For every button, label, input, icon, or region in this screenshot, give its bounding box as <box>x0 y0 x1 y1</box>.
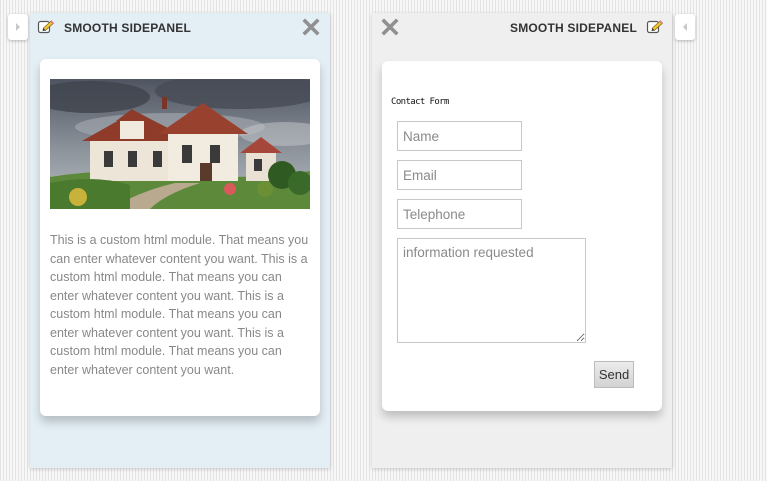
close-icon[interactable] <box>302 18 320 36</box>
left-panel-toggle-tab[interactable] <box>8 14 28 40</box>
pencil-icon <box>646 20 663 34</box>
email-input[interactable] <box>397 160 522 190</box>
left-panel-title: SMOOTH SIDEPANEL <box>64 21 191 35</box>
module-text: This is a custom html module. That means… <box>50 233 309 377</box>
information-requested-textarea[interactable] <box>397 238 586 343</box>
contact-form-title: Contact Form <box>391 97 449 107</box>
right-panel-title: SMOOTH SIDEPANEL <box>510 21 637 35</box>
right-panel-toggle-tab[interactable] <box>675 14 695 40</box>
house-photo <box>50 79 310 209</box>
right-sidepanel: SMOOTH SIDEPANEL Contact Form Send <box>372 13 672 468</box>
custom-html-module-card: This is a custom html module. That means… <box>40 59 320 416</box>
send-button[interactable]: Send <box>594 361 634 388</box>
pencil-icon <box>37 20 54 34</box>
chevron-right-icon <box>16 23 20 31</box>
telephone-input[interactable] <box>397 199 522 229</box>
name-input[interactable] <box>397 121 522 151</box>
left-sidepanel: SMOOTH SIDEPANEL This is a custom html m… <box>30 13 330 468</box>
contact-form-card: Contact Form Send <box>382 61 662 411</box>
close-icon[interactable] <box>381 18 399 36</box>
chevron-left-icon <box>683 23 687 31</box>
